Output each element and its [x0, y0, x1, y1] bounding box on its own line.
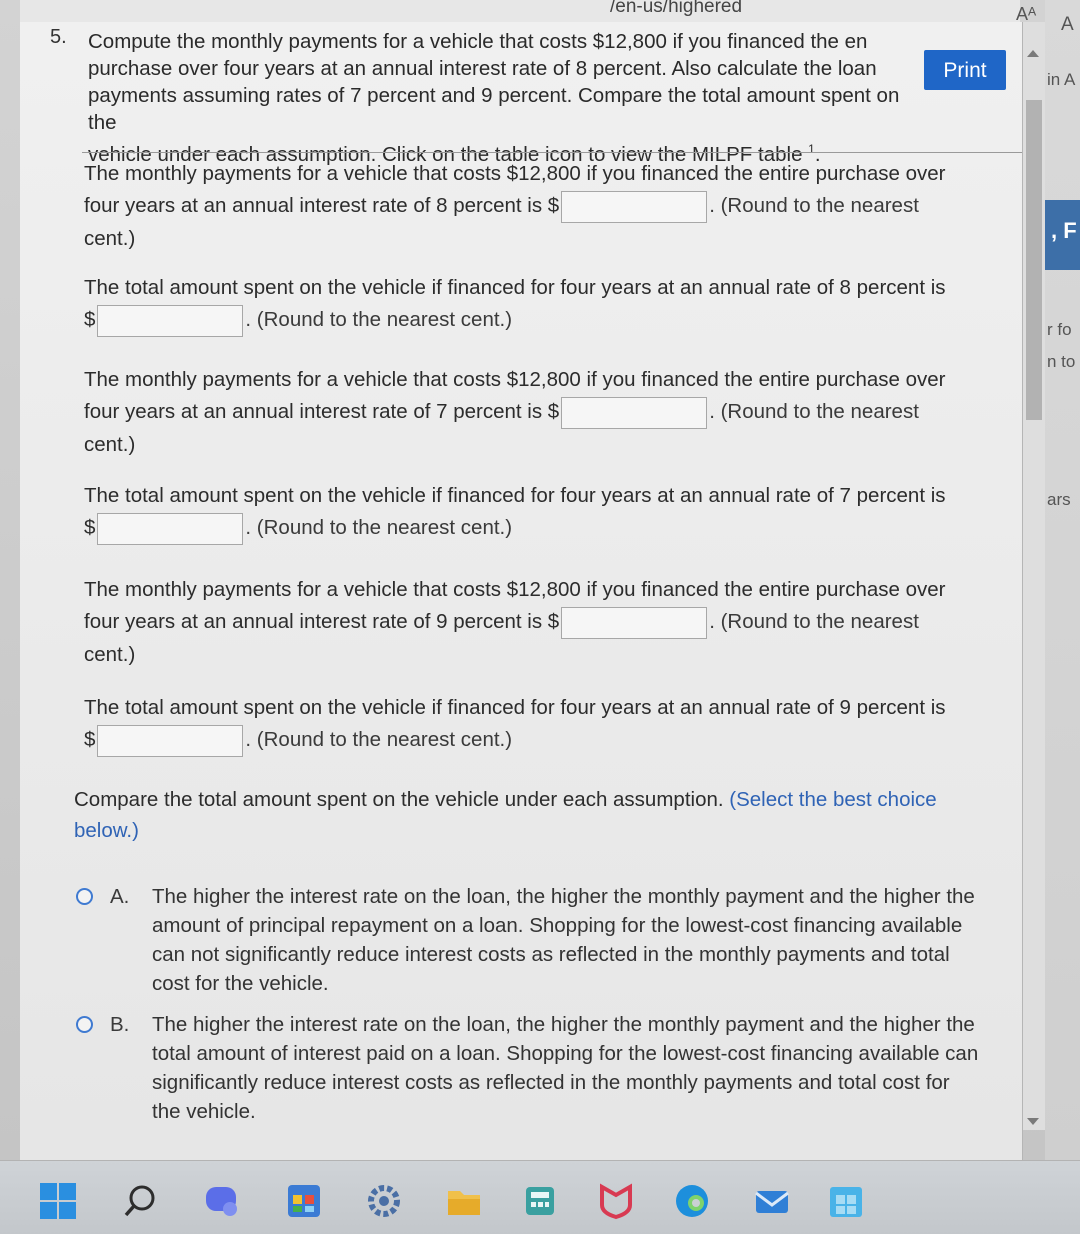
- section-divider: [82, 152, 1022, 153]
- bg-text-fragment: in A: [1047, 70, 1076, 89]
- chat-icon[interactable]: [202, 1181, 242, 1221]
- scroll-down-arrow-icon[interactable]: [1027, 1118, 1039, 1125]
- milpf-table-footnote-link[interactable]: 1: [808, 142, 815, 156]
- part-text: cent.): [84, 226, 136, 250]
- bg-text-fragment: ars: [1047, 490, 1071, 509]
- monthly-payment-8-input[interactable]: [561, 190, 708, 223]
- part-monthly-8: The monthly payments for a vehicle that …: [84, 158, 1022, 255]
- part-text: The monthly payments for a vehicle that …: [84, 368, 946, 391]
- rounding-note: . (Round to the nearest: [709, 610, 919, 633]
- question-prompt: Compute the monthly payments for a vehic…: [88, 30, 900, 166]
- part-text: four years at an annual interest rate of…: [84, 194, 560, 217]
- choice-b-text: The higher the interest rate on the loan…: [152, 1013, 979, 1123]
- prompt-line-2: purchase over four years at an annual in…: [88, 57, 877, 80]
- bg-text-fragment: n to: [1047, 352, 1076, 371]
- currency-symbol: $: [84, 728, 96, 751]
- part-text: The total amount spent on the vehicle if…: [84, 276, 946, 299]
- url-text: /en-us/highered: [610, 0, 743, 17]
- file-explorer-icon[interactable]: [444, 1181, 484, 1221]
- rounding-note: . (Round to the nearest: [709, 400, 919, 423]
- part-text: The monthly payments for a vehicle that …: [84, 578, 946, 601]
- address-bar[interactable]: /en-us/highered Aᴬ: [20, 0, 1036, 24]
- part-text: The total amount spent on the vehicle if…: [84, 484, 946, 507]
- bg-text-fragment: r fo: [1047, 320, 1072, 339]
- part-monthly-9: The monthly payments for a vehicle that …: [84, 574, 1022, 671]
- background-window: A in A , F r fo n to ars: [1045, 0, 1080, 1160]
- calculator-app-icon[interactable]: [520, 1181, 560, 1221]
- choice-a-letter: A.: [110, 885, 130, 908]
- part-text: four years at an annual interest rate of…: [84, 610, 560, 633]
- widgets-icon[interactable]: [284, 1181, 324, 1221]
- part-total-9: The total amount spent on the vehicle if…: [84, 692, 1022, 757]
- total-amount-8-input[interactable]: [97, 304, 244, 337]
- mcafee-shield-icon[interactable]: [596, 1181, 636, 1221]
- choice-b-letter: B.: [110, 1013, 130, 1036]
- bg-text-fragment: A: [1061, 14, 1074, 35]
- mail-icon[interactable]: [752, 1181, 792, 1221]
- part-monthly-7: The monthly payments for a vehicle that …: [84, 364, 1022, 461]
- part-total-8: The total amount spent on the vehicle if…: [84, 272, 1022, 337]
- scrollbar-thumb[interactable]: [1026, 100, 1042, 420]
- choice-b-radio[interactable]: [76, 1016, 93, 1033]
- screen: /en-us/highered Aᴬ 5. Compute the monthl…: [0, 0, 1080, 1234]
- compare-text: Compare the total amount spent on the ve…: [74, 788, 724, 811]
- choice-b[interactable]: B. The higher the interest rate on the l…: [76, 1010, 986, 1130]
- part-text: cent.): [84, 432, 136, 456]
- taskbar: [0, 1160, 1080, 1234]
- windows-start-icon[interactable]: [38, 1181, 78, 1221]
- monthly-payment-7-input[interactable]: [561, 396, 708, 429]
- bg-highlight-block: , F: [1045, 200, 1080, 270]
- rounding-note: . (Round to the nearest cent.): [245, 308, 513, 331]
- edge-browser-icon[interactable]: [672, 1181, 712, 1221]
- prompt-line-3: payments assuming rates of 7 percent and…: [88, 84, 900, 134]
- currency-symbol: $: [84, 308, 96, 331]
- choice-a[interactable]: A. The higher the interest rate on the l…: [76, 882, 986, 1002]
- rounding-note: . (Round to the nearest cent.): [245, 728, 513, 751]
- settings-gear-icon[interactable]: [364, 1181, 404, 1221]
- total-amount-9-input[interactable]: [97, 724, 244, 757]
- currency-symbol: $: [84, 516, 96, 539]
- part-text: The total amount spent on the vehicle if…: [84, 696, 946, 719]
- compare-prompt: Compare the total amount spent on the ve…: [74, 784, 974, 846]
- rounding-note: . (Round to the nearest cent.): [245, 516, 513, 539]
- monthly-payment-9-input[interactable]: [561, 606, 708, 639]
- part-text: four years at an annual interest rate of…: [84, 400, 560, 423]
- choice-a-text: The higher the interest rate on the loan…: [152, 885, 975, 995]
- microsoft-store-icon[interactable]: [826, 1181, 866, 1221]
- part-text: cent.): [84, 642, 136, 666]
- prompt-line-1: Compute the monthly payments for a vehic…: [88, 30, 868, 53]
- search-icon[interactable]: [120, 1181, 160, 1221]
- rounding-note: . (Round to the nearest: [709, 194, 919, 217]
- part-total-7: The total amount spent on the vehicle if…: [84, 480, 1022, 545]
- total-amount-7-input[interactable]: [97, 512, 244, 545]
- bg-text-fragment: , F: [1051, 218, 1077, 243]
- print-button[interactable]: Print: [924, 50, 1006, 90]
- question-number: 5.: [50, 26, 67, 48]
- question-pane: 5. Compute the monthly payments for a ve…: [20, 22, 1023, 1161]
- part-text: The monthly payments for a vehicle that …: [84, 162, 946, 185]
- choice-a-radio[interactable]: [76, 888, 93, 905]
- scroll-up-arrow-icon[interactable]: [1027, 50, 1039, 57]
